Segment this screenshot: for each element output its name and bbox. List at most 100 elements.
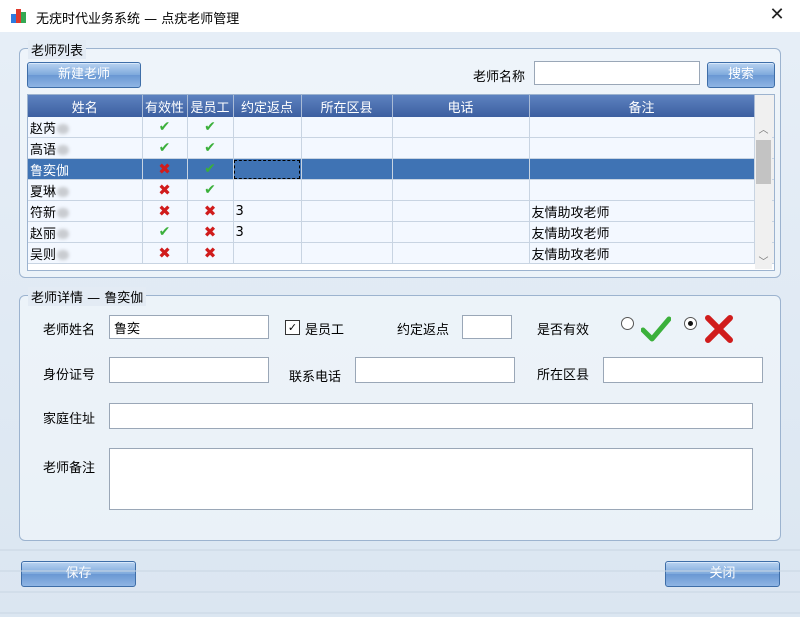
table-row[interactable]: 高语 ✔ ✔	[28, 137, 774, 159]
cell-district[interactable]	[301, 117, 393, 138]
close-icon[interactable]: ✕	[766, 4, 788, 26]
cell-valid[interactable]: ✖	[142, 179, 188, 201]
column-header[interactable]: 约定返点	[233, 95, 302, 117]
teacher-table-body: 姓名 有效性 是员工 约定返点 所在区县 电话 备注 赵芮 ✔ ✔ 高语 ✔ ✔ 鲁奕伽 ✖ ✔…	[28, 95, 774, 264]
cell-note[interactable]	[529, 117, 755, 138]
cell-phone[interactable]	[392, 200, 530, 222]
column-header[interactable]: 姓名	[28, 95, 143, 117]
column-header[interactable]: 电话	[392, 95, 530, 117]
background-grid-lines	[0, 549, 800, 614]
teacher-name: 符新	[30, 205, 57, 221]
cell-note[interactable]	[529, 137, 755, 159]
cell-employee[interactable]: ✖	[187, 221, 234, 243]
cell-phone[interactable]	[392, 221, 530, 243]
teacher-name: 鲁奕伽	[30, 163, 70, 179]
cell-district[interactable]	[301, 158, 393, 180]
cell-district[interactable]	[301, 200, 393, 222]
search-input[interactable]	[534, 61, 700, 85]
cell-phone[interactable]	[392, 179, 530, 201]
cell-rebate[interactable]	[233, 179, 302, 201]
valid-no-radio[interactable]	[684, 317, 697, 330]
cross-icon: ✖	[158, 181, 171, 199]
teacher-name: 夏琳	[30, 184, 57, 200]
cell-phone[interactable]	[392, 158, 530, 180]
teacher-name-label: 老师姓名	[43, 323, 96, 338]
cell-note[interactable]	[529, 158, 755, 180]
cell-phone[interactable]	[392, 242, 530, 264]
scroll-up-icon[interactable]: ︿	[755, 121, 772, 136]
cell-valid[interactable]: ✖	[142, 200, 188, 222]
check-icon: ✔	[204, 182, 216, 198]
cell-rebate[interactable]: 3	[233, 200, 302, 222]
cell-rebate[interactable]: 3	[233, 221, 302, 243]
cell-employee[interactable]: ✖	[187, 200, 234, 222]
cell-phone[interactable]	[392, 117, 530, 138]
address-input[interactable]	[109, 403, 753, 429]
cell-employee[interactable]: ✔	[187, 158, 234, 180]
rebate-value: 3	[235, 224, 244, 240]
new-teacher-button[interactable]: 新建老师	[27, 62, 141, 88]
column-header[interactable]: 是员工	[187, 95, 234, 117]
cell-rebate[interactable]	[233, 242, 302, 264]
cell-note[interactable]: 友情助攻老师	[529, 242, 755, 264]
cell-name[interactable]: 高语	[28, 137, 143, 159]
cell-employee[interactable]: ✔	[187, 117, 234, 138]
rebate-value: 3	[235, 203, 244, 219]
table-row[interactable]: 吴则 ✖ ✖ 友情助攻老师	[28, 242, 774, 264]
cell-rebate[interactable]	[233, 158, 302, 180]
note-value: 友情助攻老师	[531, 205, 610, 221]
cell-name[interactable]: 夏琳	[28, 179, 143, 201]
column-header[interactable]: 备注	[529, 95, 755, 117]
cell-employee[interactable]: ✔	[187, 179, 234, 201]
table-row[interactable]: 赵丽 ✔ ✖ 3 友情助攻老师	[28, 221, 774, 243]
employee-checkbox[interactable]: ✓	[285, 320, 300, 335]
cell-valid[interactable]: ✖	[142, 158, 188, 180]
note-value: 友情助攻老师	[531, 247, 610, 263]
scroll-down-icon[interactable]: ﹀	[755, 253, 772, 268]
scroll-thumb[interactable]	[756, 140, 771, 184]
search-button[interactable]: 搜索	[707, 62, 775, 88]
valid-yes-radio[interactable]	[621, 317, 634, 330]
teacher-detail-title: 老师详情 — 鲁奕伽	[28, 287, 147, 306]
cell-employee[interactable]: ✖	[187, 242, 234, 264]
teacher-name-input[interactable]	[109, 315, 269, 339]
cell-name[interactable]: 赵丽	[28, 221, 143, 243]
table-scrollbar[interactable]: ︿ ﹀	[755, 117, 772, 269]
rebate-input[interactable]	[462, 315, 512, 339]
district-input[interactable]	[603, 357, 763, 383]
cell-district[interactable]	[301, 242, 393, 264]
rebate-label: 约定返点	[397, 323, 450, 338]
id-number-input[interactable]	[109, 357, 269, 383]
cell-note[interactable]: 友情助攻老师	[529, 200, 755, 222]
cell-name[interactable]: 赵芮	[28, 117, 143, 138]
cell-rebate[interactable]	[233, 117, 302, 138]
cell-note[interactable]	[529, 179, 755, 201]
cell-valid[interactable]: ✔	[142, 117, 188, 138]
column-header[interactable]: 有效性	[142, 95, 188, 117]
cell-valid[interactable]: ✔	[142, 221, 188, 243]
cell-district[interactable]	[301, 179, 393, 201]
table-row[interactable]: 符新 ✖ ✖ 3 友情助攻老师	[28, 200, 774, 222]
cell-employee[interactable]: ✔	[187, 137, 234, 159]
note-label: 老师备注	[43, 461, 96, 476]
cell-name[interactable]: 鲁奕伽	[28, 158, 143, 180]
redacted-mark	[57, 187, 70, 197]
cell-name[interactable]: 吴则	[28, 242, 143, 264]
table-row[interactable]: 夏琳 ✖ ✔	[28, 179, 774, 201]
cell-name[interactable]: 符新	[28, 200, 143, 222]
cell-rebate[interactable]	[233, 137, 302, 159]
cell-valid[interactable]: ✖	[142, 242, 188, 264]
cell-valid[interactable]: ✔	[142, 137, 188, 159]
cell-district[interactable]	[301, 221, 393, 243]
cell-district[interactable]	[301, 137, 393, 159]
table-row[interactable]: 鲁奕伽 ✖ ✔	[28, 158, 774, 180]
phone-input[interactable]	[355, 357, 515, 383]
note-textarea[interactable]	[109, 448, 753, 510]
teacher-list-title: 老师列表	[28, 40, 87, 59]
cross-icon: ✖	[158, 202, 171, 220]
teacher-table[interactable]: 姓名 有效性 是员工 约定返点 所在区县 电话 备注 赵芮 ✔ ✔ 高语 ✔ ✔ 鲁奕伽 ✖ ✔…	[27, 94, 775, 271]
column-header[interactable]: 所在区县	[301, 95, 393, 117]
cell-phone[interactable]	[392, 137, 530, 159]
table-row[interactable]: 赵芮 ✔ ✔	[28, 117, 774, 138]
cell-note[interactable]: 友情助攻老师	[529, 221, 755, 243]
